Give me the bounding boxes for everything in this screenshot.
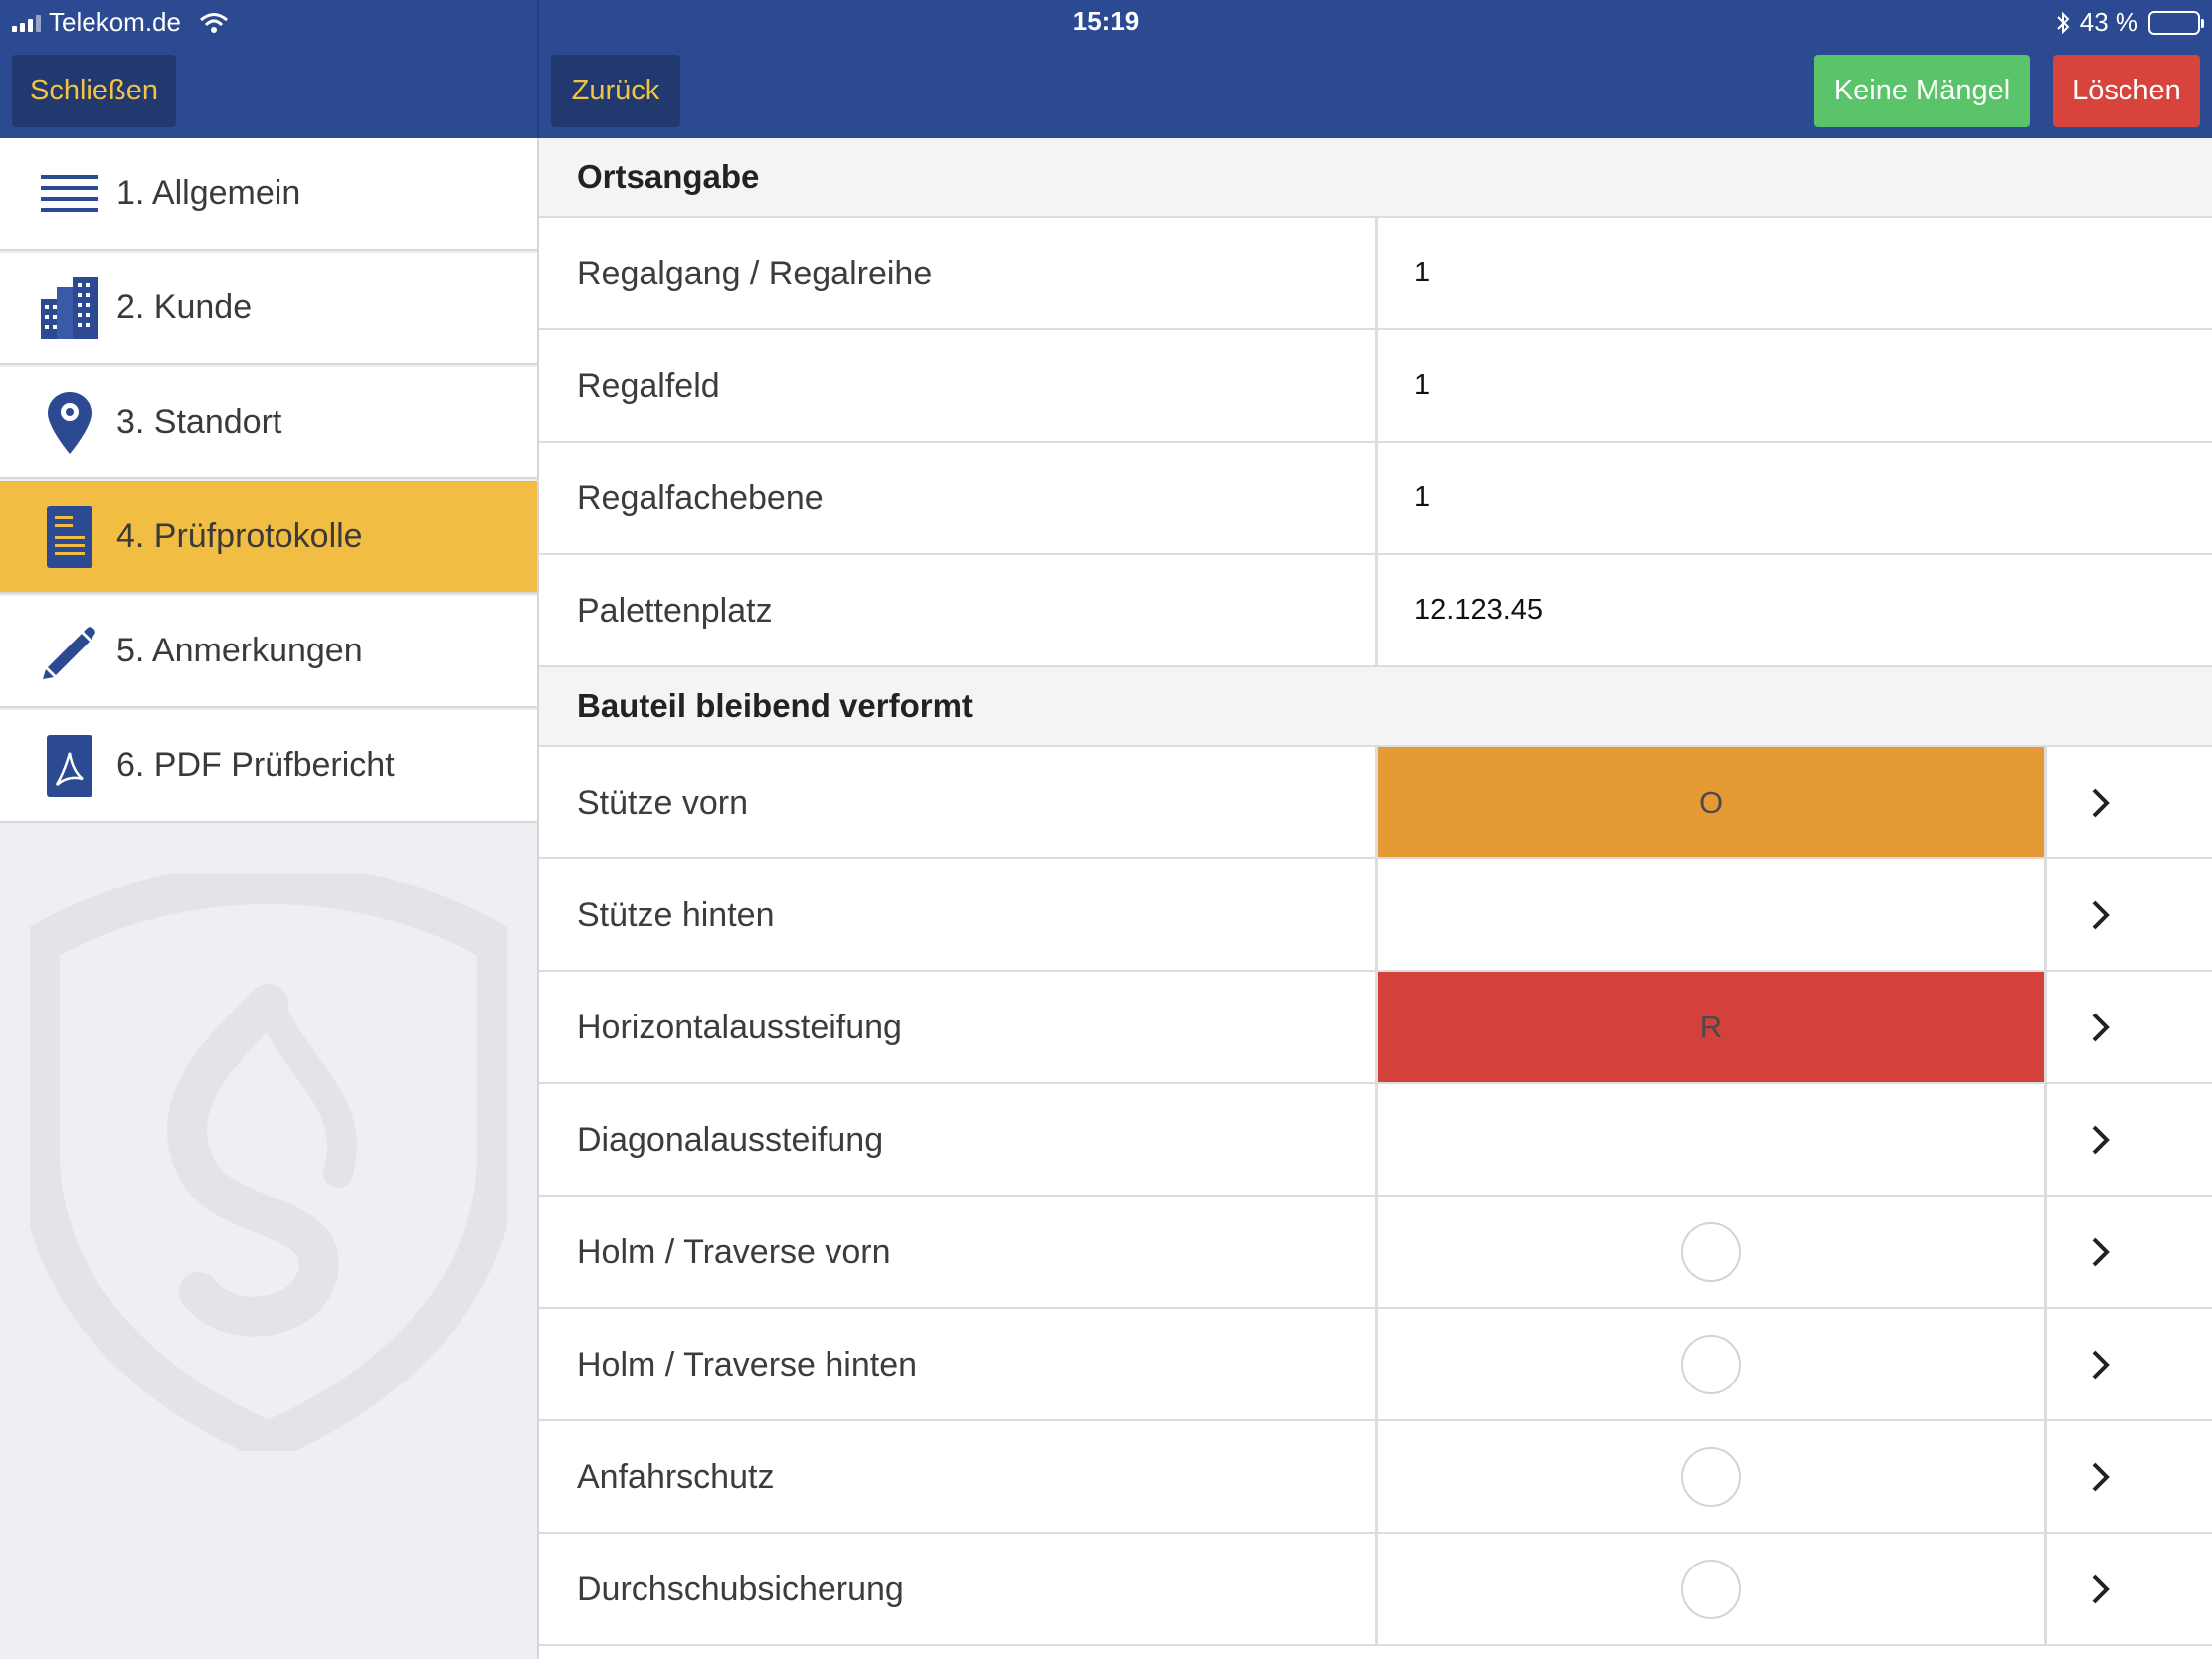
status-cell[interactable]: [1378, 1421, 2044, 1532]
field-label: Regalfeld: [577, 367, 720, 405]
sidebar-item-kunde[interactable]: 2. Kunde: [0, 253, 537, 365]
component-row[interactable]: Diagonalaussteifung: [539, 1084, 2212, 1197]
component-row[interactable]: Anfahrschutz: [539, 1421, 2212, 1534]
field-value-input[interactable]: 1: [1414, 218, 1430, 328]
component-label: Durchschubsicherung: [577, 1570, 904, 1608]
sidebar-item-label: 3. Standort: [116, 403, 282, 441]
component-label: Anfahrschutz: [577, 1458, 775, 1496]
component-row[interactable]: Stütze hinten: [539, 859, 2212, 972]
delete-button[interactable]: Löschen: [2053, 55, 2200, 127]
component-label: Holm / Traverse vorn: [577, 1233, 891, 1271]
component-label: Horizontalaussteifung: [577, 1009, 902, 1046]
empty-status-circle-icon[interactable]: [1681, 1559, 1741, 1619]
sidebar-item-label: 4. Prüfprotokolle: [116, 517, 363, 555]
battery-icon: [2148, 10, 2204, 35]
location-pin-icon: [35, 388, 104, 458]
chevron-right-icon[interactable]: [2071, 1534, 2130, 1644]
list-icon: [35, 159, 104, 229]
status-cell[interactable]: O: [1378, 747, 2044, 857]
component-row[interactable]: Holm / Traverse vorn: [539, 1197, 2212, 1309]
component-label: Diagonalaussteifung: [577, 1121, 884, 1159]
status-time: 15:19: [1072, 6, 1140, 36]
sidebar-item-pdf-pruefbericht[interactable]: 6. PDF Prüfbericht: [0, 710, 537, 823]
sidebar-item-label: 5. Anmerkungen: [116, 632, 363, 669]
pencil-icon: [35, 617, 104, 686]
empty-status-circle-icon[interactable]: [1681, 1334, 1741, 1394]
field-label: Regalfachebene: [577, 479, 824, 517]
status-cell[interactable]: [1378, 1534, 2044, 1644]
field-row: Palettenplatz 12.123.45: [539, 555, 2212, 667]
sidebar-item-anmerkungen[interactable]: 5. Anmerkungen: [0, 596, 537, 708]
sidebar-item-pruefprotokolle[interactable]: 4. Prüfprotokolle: [0, 481, 537, 594]
status-right: 43 %: [2056, 7, 2204, 38]
component-label: Stütze hinten: [577, 896, 775, 934]
empty-status-circle-icon[interactable]: [1681, 1446, 1741, 1507]
field-value-input[interactable]: 12.123.45: [1414, 555, 1543, 665]
close-button[interactable]: Schließen: [12, 55, 176, 127]
section-ortsangabe: Ortsangabe: [539, 138, 2212, 218]
status-cell[interactable]: [1378, 1084, 2044, 1195]
status-bar: Telekom.de 15:19 43 %: [0, 0, 2212, 44]
status-cell[interactable]: [1378, 1197, 2044, 1307]
component-row[interactable]: Durchschubsicherung: [539, 1534, 2212, 1646]
field-label: Regalgang / Regalreihe: [577, 255, 933, 292]
status-cell[interactable]: R: [1378, 972, 2044, 1082]
component-row[interactable]: Holm / Traverse hinten: [539, 1309, 2212, 1421]
bluetooth-icon: [2057, 11, 2070, 34]
sidebar: 1. Allgemein 2. Kunde 3. Standort 4. Prü…: [0, 138, 539, 1659]
main-content: Ortsangabe Regalgang / Regalreihe 1 Rega…: [539, 138, 2212, 1659]
chevron-right-icon[interactable]: [2071, 1084, 2130, 1195]
chevron-right-icon[interactable]: [2071, 1197, 2130, 1307]
top-bar: Telekom.de 15:19 43 % Schließen Zurück K…: [0, 0, 2212, 138]
field-row: Regalfeld 1: [539, 330, 2212, 443]
field-value-input[interactable]: 1: [1414, 330, 1430, 441]
chevron-right-icon[interactable]: [2071, 1309, 2130, 1419]
field-row: Regalfachebene 1: [539, 443, 2212, 555]
header-divider: [537, 0, 539, 138]
sidebar-item-standort[interactable]: 3. Standort: [0, 367, 537, 479]
no-defects-button[interactable]: Keine Mängel: [1814, 55, 2030, 127]
component-label: Stütze vorn: [577, 784, 748, 822]
field-value-input[interactable]: 1: [1414, 443, 1430, 553]
field-row: Regalgang / Regalreihe 1: [539, 218, 2212, 330]
chevron-right-icon[interactable]: [2071, 972, 2130, 1082]
component-label: Holm / Traverse hinten: [577, 1346, 918, 1383]
sidebar-item-label: 2. Kunde: [116, 288, 253, 326]
status-cell[interactable]: [1378, 1309, 2044, 1419]
sidebar-item-label: 6. PDF Prüfbericht: [116, 746, 395, 784]
shield-logo-watermark: [30, 874, 507, 1451]
buildings-icon: [35, 274, 104, 343]
chevron-right-icon[interactable]: [2071, 1421, 2130, 1532]
chevron-right-icon[interactable]: [2071, 859, 2130, 970]
document-icon: [35, 502, 104, 572]
status-cell[interactable]: [1378, 859, 2044, 970]
chevron-right-icon[interactable]: [2071, 747, 2130, 857]
battery-percent: 43 %: [2079, 7, 2138, 37]
component-row[interactable]: Stütze vorn O: [539, 747, 2212, 859]
sidebar-item-label: 1. Allgemein: [116, 174, 301, 212]
back-button[interactable]: Zurück: [551, 55, 680, 127]
pdf-icon: [35, 731, 104, 801]
empty-status-circle-icon[interactable]: [1681, 1221, 1741, 1282]
section-bauteil: Bauteil bleibend verformt: [539, 667, 2212, 747]
sidebar-item-allgemein[interactable]: 1. Allgemein: [0, 138, 537, 251]
field-label: Palettenplatz: [577, 592, 773, 630]
component-row[interactable]: Horizontalaussteifung R: [539, 972, 2212, 1084]
